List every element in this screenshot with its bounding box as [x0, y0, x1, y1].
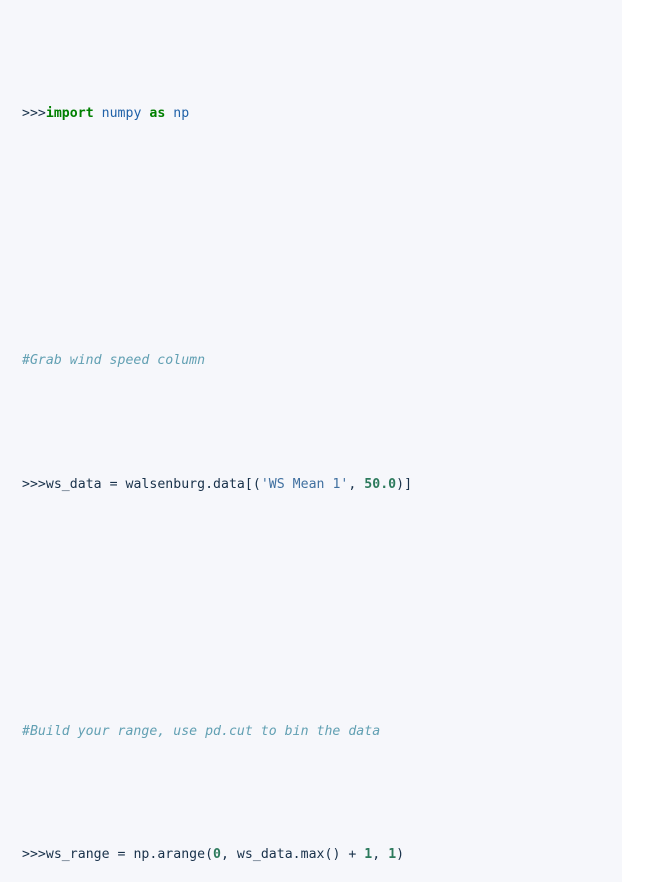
comment-text: #Build your range, use pd.cut to bin the… — [22, 723, 381, 739]
number-literal: 50.0 — [364, 476, 397, 492]
number-literal: 0 — [213, 847, 222, 863]
code-text: , — [372, 847, 389, 863]
code-line-comment-grab: #Grab wind speed column — [22, 349, 622, 374]
code-line-import: >>>import numpy as np — [22, 102, 622, 127]
prompt-marker: >>> — [22, 105, 46, 121]
keyword-as: as — [149, 105, 166, 121]
code-lines: >>>import numpy as np #Grab wind speed c… — [22, 3, 622, 882]
code-text: , ws_data.max() + — [221, 847, 365, 863]
number-literal: 1 — [388, 847, 397, 863]
code-block[interactable]: >>>import numpy as np #Grab wind speed c… — [0, 0, 622, 882]
code-text: , — [348, 476, 365, 492]
code-line-ws-data: >>>ws_data = walsenburg.data[('WS Mean 1… — [22, 473, 622, 498]
comment-text: #Grab wind speed column — [22, 353, 206, 369]
string-literal: 'WS Mean 1' — [260, 476, 349, 492]
code-text: )] — [396, 476, 413, 492]
code-text: ) — [396, 847, 405, 863]
prompt-marker: >>> — [22, 476, 46, 492]
alias-np: np — [173, 105, 190, 121]
module-numpy: numpy — [101, 105, 142, 121]
keyword-import: import — [45, 105, 94, 121]
code-text: ws_range = np.arange( — [45, 847, 214, 863]
code-line-comment-build: #Build your range, use pd.cut to bin the… — [22, 720, 622, 745]
prompt-marker: >>> — [22, 847, 46, 863]
code-line-ws-range: >>>ws_range = np.arange(0, ws_data.max()… — [22, 843, 622, 868]
code-text: ws_data = walsenburg.data[( — [45, 476, 261, 492]
